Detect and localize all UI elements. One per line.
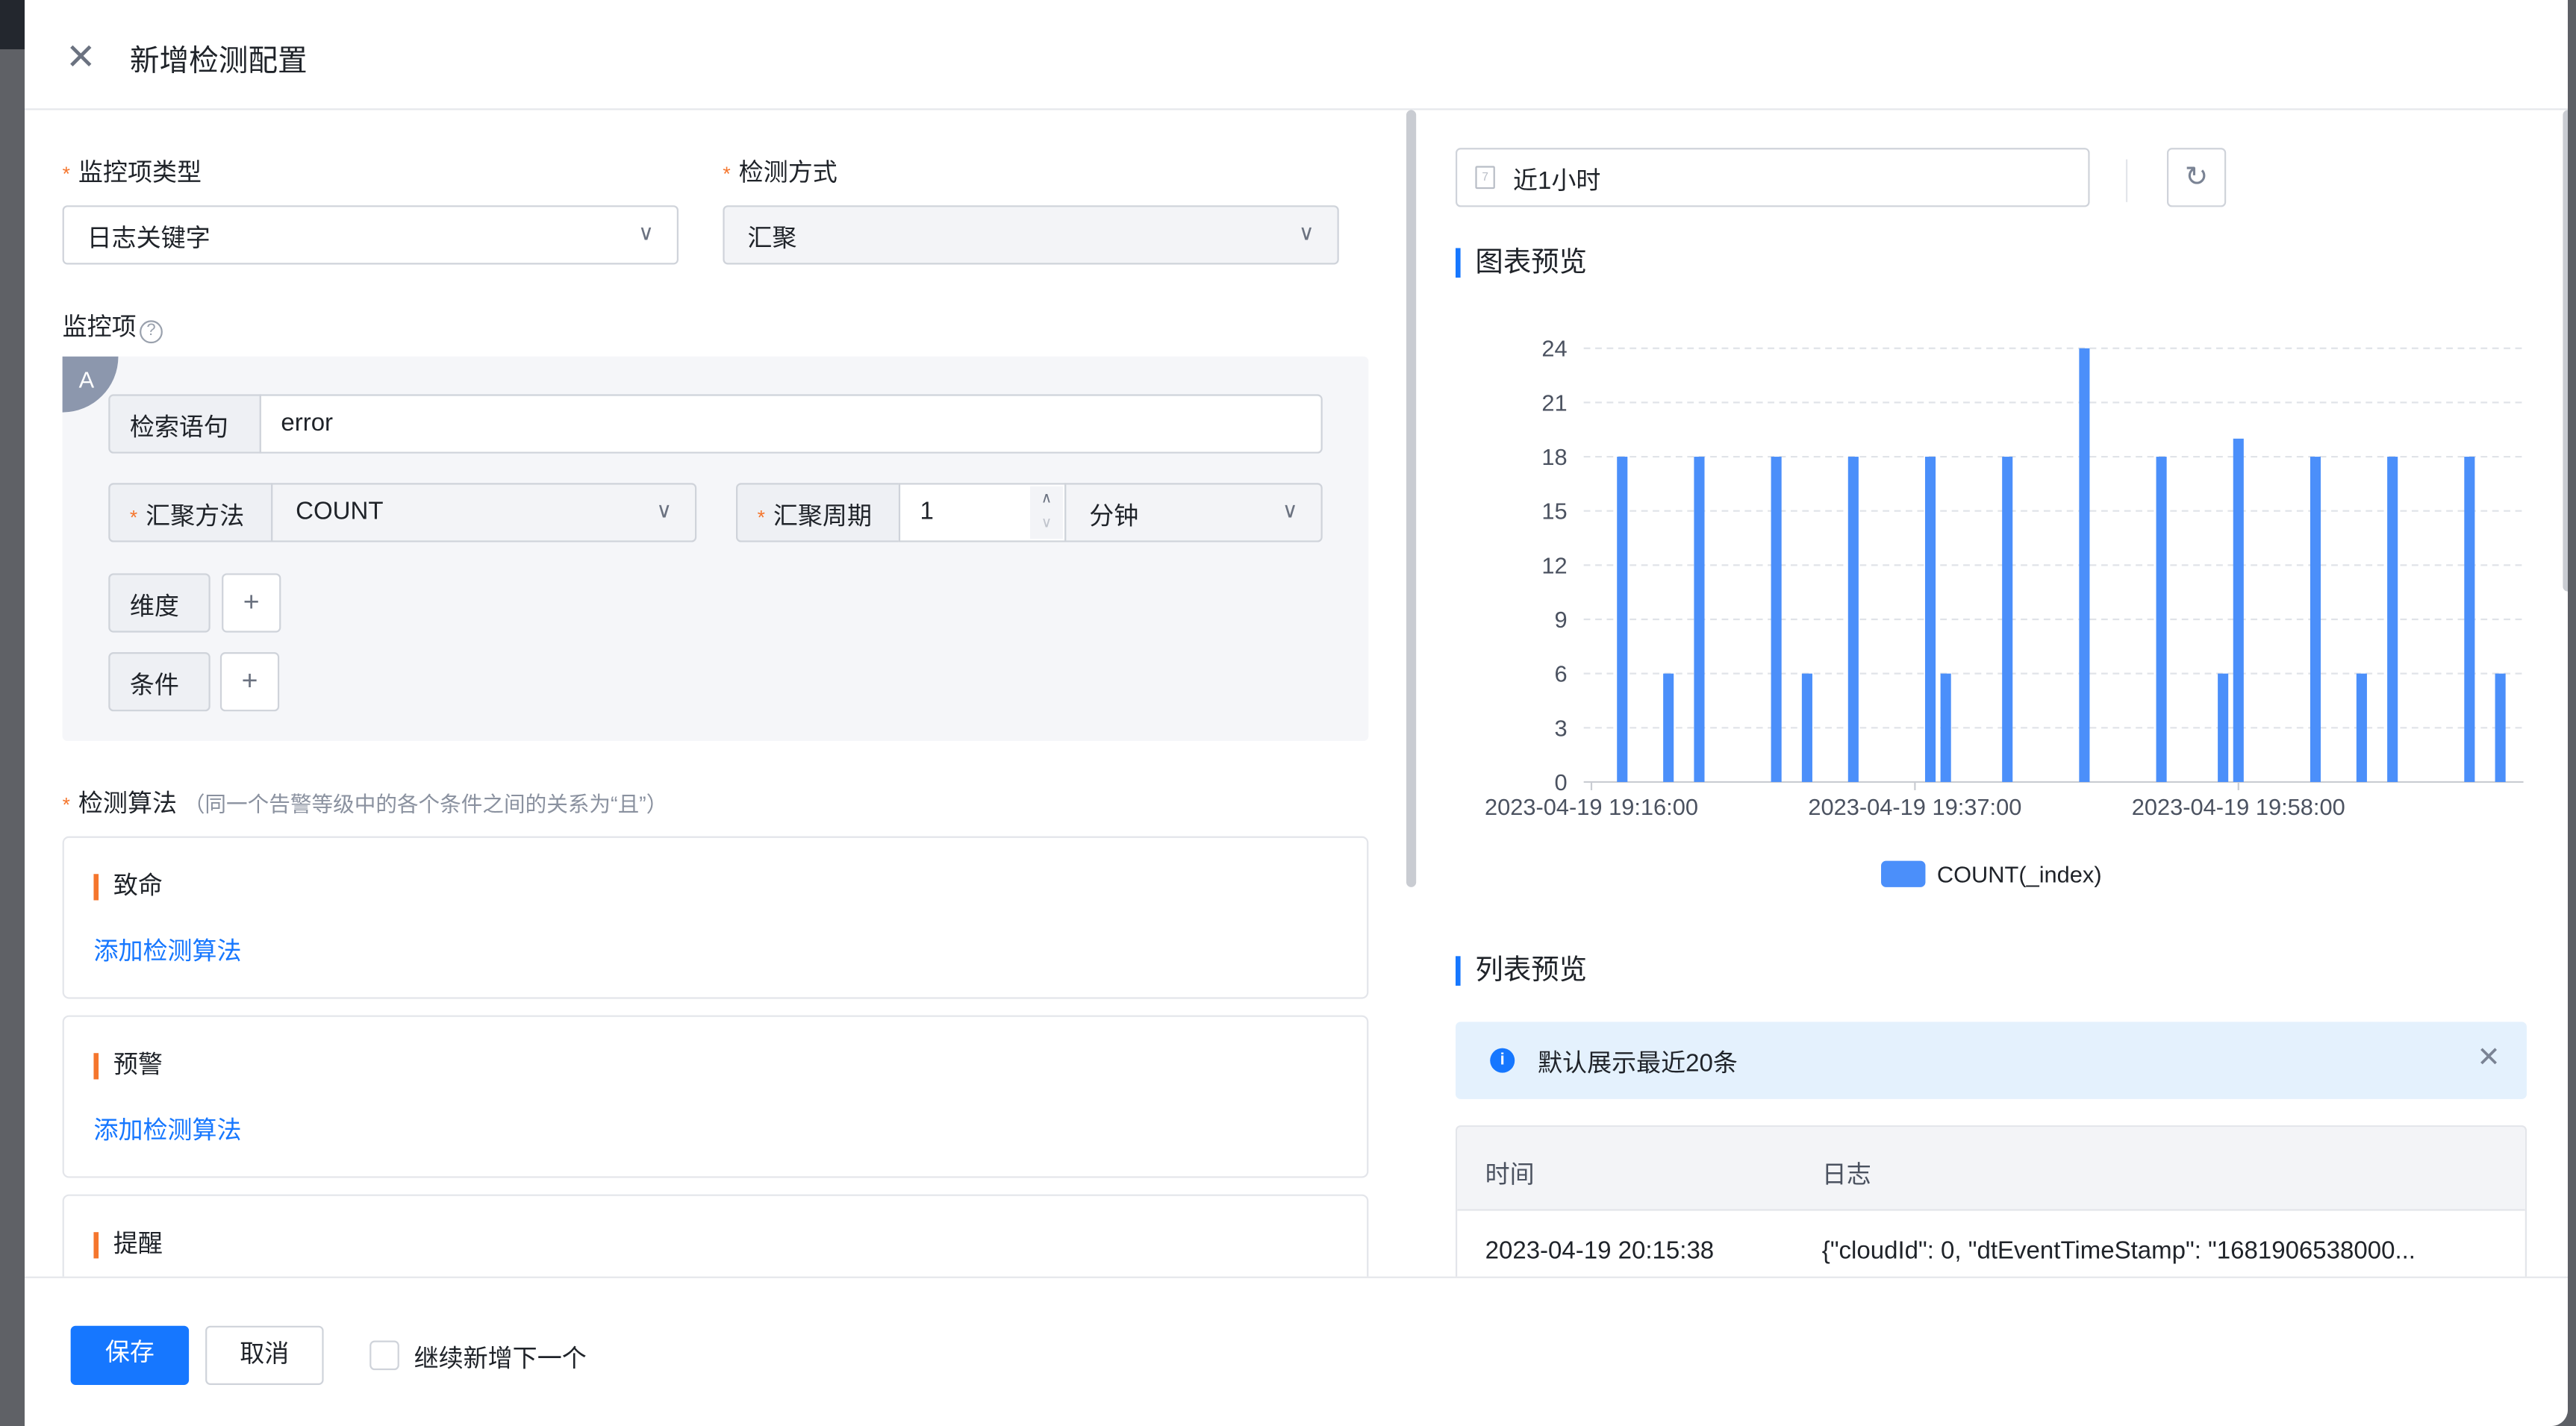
y-tick-label: 0 [1555, 769, 1568, 795]
bar [2310, 457, 2321, 782]
bar [2356, 673, 2367, 782]
cell-time: 2023-04-19 20:15:38 [1485, 1236, 1715, 1266]
config-drawer: ✕ 新增检测配置 * 监控项类型 日志关键字 ∨ * 检测方式 汇聚 ∨ 监控项? A … [25, 0, 2569, 1426]
bar [2464, 457, 2475, 782]
backdrop-top [0, 0, 25, 50]
bar [2233, 438, 2244, 782]
bar [1663, 673, 1674, 782]
bar [2387, 457, 2398, 782]
y-tick-label: 12 [1541, 552, 1567, 578]
add-algorithm-link[interactable]: 添加检测算法 [93, 1112, 241, 1146]
bar [1847, 457, 1859, 782]
backdrop [0, 0, 25, 1426]
level-card-warning: 预警 添加检测算法 [62, 1015, 1369, 1178]
legend-swatch [1881, 860, 1926, 887]
bar [1694, 457, 1705, 782]
bar [1617, 457, 1628, 782]
log-table: 时间 日志 2023-04-19 20:15:38 {"cloudId": 0,… [1455, 1125, 2527, 1290]
y-tick-label: 15 [1541, 498, 1567, 525]
cancel-button[interactable]: 取消 [205, 1325, 324, 1385]
info-alert: i 默认展示最近20条 ✕ [1455, 1022, 2527, 1099]
level-title: 预警 [93, 1052, 163, 1080]
y-tick-label: 3 [1555, 715, 1568, 741]
column-header-log: 日志 [1821, 1161, 1871, 1189]
y-tick-label: 24 [1541, 336, 1567, 362]
bar-chart: 0 3 6 9 12 15 18 21 24 2023-04-19 19:16:00 2023-04… [1485, 336, 2524, 887]
continue-checkbox[interactable] [369, 1340, 399, 1371]
bar [2218, 673, 2229, 782]
list-preview-title: 列表预览 [1455, 955, 1587, 986]
save-button[interactable]: 保存 [70, 1325, 190, 1385]
y-tick-label: 21 [1541, 390, 1567, 416]
add-algorithm-link[interactable]: 添加检测算法 [93, 934, 241, 968]
continue-label[interactable]: 继续新增下一个 [414, 1341, 587, 1375]
close-icon[interactable]: ✕ [2477, 1042, 2500, 1075]
bar [1771, 457, 1782, 782]
table-header: 时间 日志 [1457, 1127, 2525, 1211]
legend-label: COUNT(_index) [1937, 861, 2102, 887]
bar [2079, 348, 2090, 782]
bar [2156, 457, 2167, 782]
bar [1940, 673, 1951, 782]
y-tick-label: 9 [1555, 607, 1568, 633]
bar [1924, 457, 1936, 782]
cell-log: {"cloudId": 0, "dtEventTimeStamp": "1681… [1821, 1236, 2416, 1266]
info-icon: i [1490, 1048, 1515, 1073]
y-tick-label: 6 [1555, 661, 1568, 687]
bar [2002, 457, 2013, 782]
bar [2495, 673, 2506, 782]
bar [1801, 673, 1812, 782]
x-tick-label: 2023-04-19 19:37:00 [1808, 794, 2021, 820]
drawer-footer: 保存 取消 继续新增下一个 [25, 1276, 2569, 1426]
x-tick-label: 2023-04-19 19:16:00 [1485, 794, 1698, 820]
alert-text: 默认展示最近20条 [1538, 1049, 1738, 1078]
column-header-time: 时间 [1485, 1161, 1535, 1189]
right-scrollbar[interactable] [2563, 110, 2569, 592]
level-title: 提醒 [93, 1231, 163, 1259]
x-tick-label: 2023-04-19 19:58:00 [2132, 794, 2345, 820]
y-tick-label: 18 [1541, 444, 1567, 470]
